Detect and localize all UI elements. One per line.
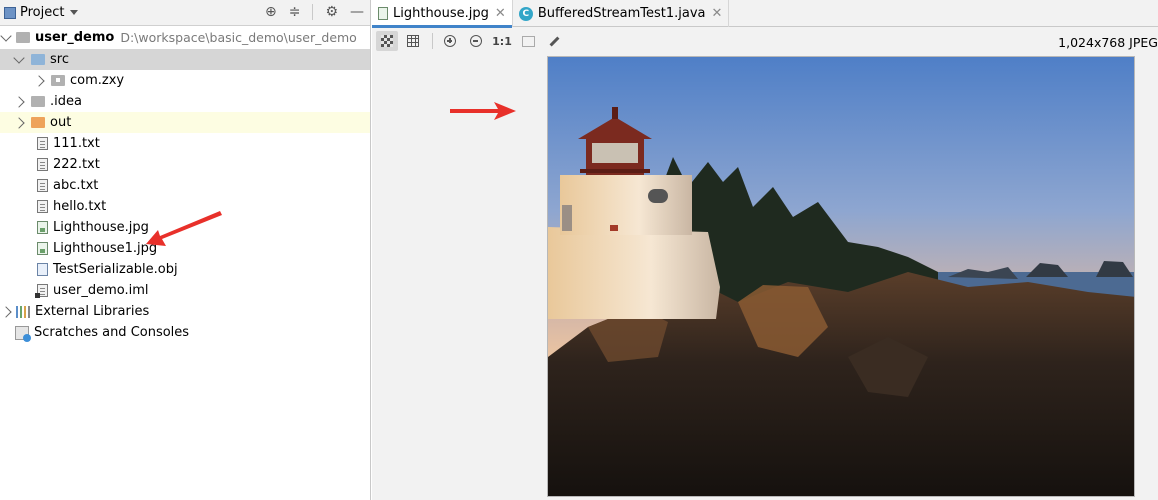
java-class-icon: C <box>518 6 533 21</box>
tree-item-user-demo-iml[interactable]: user_demo.iml <box>0 280 370 301</box>
text-file-icon <box>37 200 48 213</box>
toolbar-divider <box>312 4 314 20</box>
color-picker-icon <box>549 36 559 46</box>
chevron-right-icon[interactable] <box>13 116 25 129</box>
zoom-in-button[interactable] <box>439 31 461 51</box>
editor-tab-bar: Lighthouse.jpg ✕ C BufferedStreamTest1.j… <box>372 0 1158 28</box>
tree-item-scratches[interactable]: Scratches and Consoles <box>0 322 370 343</box>
chessboard-icon <box>381 35 393 47</box>
gear-icon[interactable]: ⚙ <box>325 4 338 20</box>
image-file-icon <box>37 242 48 255</box>
actual-size-button[interactable]: 1:1 <box>491 31 513 51</box>
tree-item-label: .idea <box>50 94 82 109</box>
tree-item-label: user_demo <box>35 30 115 45</box>
tree-item-lighthouse1-jpg[interactable]: Lighthouse1.jpg <box>0 238 370 259</box>
tree-item-label: abc.txt <box>53 178 99 193</box>
image-file-icon <box>378 7 388 20</box>
tree-item-label: Lighthouse.jpg <box>53 220 149 235</box>
tree-item-label: user_demo.iml <box>53 283 149 298</box>
chevron-right-icon[interactable] <box>13 95 25 108</box>
zoom-in-icon <box>444 35 456 47</box>
grid-toggle-button[interactable] <box>402 31 424 51</box>
chevron-down-icon[interactable] <box>13 51 25 64</box>
libraries-icon <box>16 305 30 318</box>
minimize-icon[interactable]: — <box>350 4 364 20</box>
fit-to-window-button[interactable] <box>517 31 539 51</box>
tab-label: Lighthouse.jpg <box>393 6 489 21</box>
module-file-icon <box>35 284 48 298</box>
project-icon <box>4 6 16 19</box>
tree-item-label: External Libraries <box>35 304 150 319</box>
image-size-label: 1,024x768 JPEG <box>1058 35 1158 50</box>
project-header: Project ⊕ ≑ ⚙ — <box>0 0 370 26</box>
grid-icon <box>407 35 419 47</box>
tab-lighthouse-jpg[interactable]: Lighthouse.jpg ✕ <box>372 0 513 28</box>
tree-item-label: Lighthouse1.jpg <box>53 241 158 256</box>
tab-bufferedstreamtest1-java[interactable]: C BufferedStreamTest1.java ✕ <box>513 0 730 27</box>
chessboard-toggle-button[interactable] <box>376 31 398 51</box>
tree-item-label: Scratches and Consoles <box>34 325 190 340</box>
module-folder-icon <box>16 32 30 43</box>
excluded-folder-icon <box>31 117 45 128</box>
zoom-out-button[interactable] <box>465 31 487 51</box>
tree-item-label: TestSerializable.obj <box>53 262 178 277</box>
folder-icon <box>31 96 45 107</box>
tree-item-com-zxy[interactable]: com.zxy <box>0 70 370 91</box>
chevron-right-icon[interactable] <box>33 74 45 87</box>
tree-item-lighthouse-jpg[interactable]: Lighthouse.jpg <box>0 217 370 238</box>
module-path: D:\workspace\basic_demo\user_demo <box>120 30 357 45</box>
tree-item-testserializable-obj[interactable]: TestSerializable.obj <box>0 259 370 280</box>
lighthouse-photo <box>548 57 1134 496</box>
color-picker-button[interactable] <box>543 31 565 51</box>
editor-area: Lighthouse.jpg ✕ C BufferedStreamTest1.j… <box>372 0 1158 500</box>
text-file-icon <box>37 179 48 192</box>
tab-label: BufferedStreamTest1.java <box>537 6 706 21</box>
project-panel: Project ⊕ ≑ ⚙ — user_demo D:\workspace\b… <box>0 0 371 500</box>
unknown-file-icon <box>37 263 48 276</box>
package-icon <box>51 75 65 86</box>
text-file-icon <box>37 137 48 150</box>
chevron-down-icon[interactable] <box>0 29 12 42</box>
tree-item-label: 222.txt <box>53 157 100 172</box>
source-folder-icon <box>31 54 45 65</box>
image-file-icon <box>37 221 48 234</box>
tree-item-external-libraries[interactable]: External Libraries <box>0 301 370 322</box>
tree-item-abc-txt[interactable]: abc.txt <box>0 175 370 196</box>
tree-item-label: src <box>50 52 69 67</box>
tree-item-label: 111.txt <box>53 136 100 151</box>
tree-item-out[interactable]: out <box>0 112 370 133</box>
close-icon[interactable]: ✕ <box>712 6 723 21</box>
tree-item-idea[interactable]: .idea <box>0 91 370 112</box>
text-file-icon <box>37 158 48 171</box>
chevron-down-icon[interactable] <box>70 10 79 15</box>
zoom-out-icon <box>470 35 482 47</box>
tree-item-label: com.zxy <box>70 73 125 88</box>
tree-item-src[interactable]: src <box>0 49 370 70</box>
tree-item-222-txt[interactable]: 222.txt <box>0 154 370 175</box>
locate-icon[interactable]: ⊕ <box>265 4 277 20</box>
annotation-arrow <box>450 102 516 120</box>
image-preview[interactable] <box>547 56 1135 497</box>
close-icon[interactable]: ✕ <box>495 6 506 21</box>
chevron-right-icon[interactable] <box>0 305 12 318</box>
tree-item-hello-txt[interactable]: hello.txt <box>0 196 370 217</box>
project-view-selector[interactable]: Project <box>20 5 64 20</box>
tree-item-label: out <box>50 115 72 130</box>
tree-item-111-txt[interactable]: 111.txt <box>0 133 370 154</box>
image-toolbar: 1:1 1,024x768 JPEG <box>372 28 1158 54</box>
scratches-icon <box>15 325 31 342</box>
collapse-icon[interactable]: ≑ <box>289 4 301 20</box>
fit-window-icon <box>521 35 535 47</box>
tree-item-label: hello.txt <box>53 199 107 214</box>
tree-item-user-demo[interactable]: user_demo D:\workspace\basic_demo\user_d… <box>0 27 370 48</box>
toolbar-divider <box>432 33 433 49</box>
